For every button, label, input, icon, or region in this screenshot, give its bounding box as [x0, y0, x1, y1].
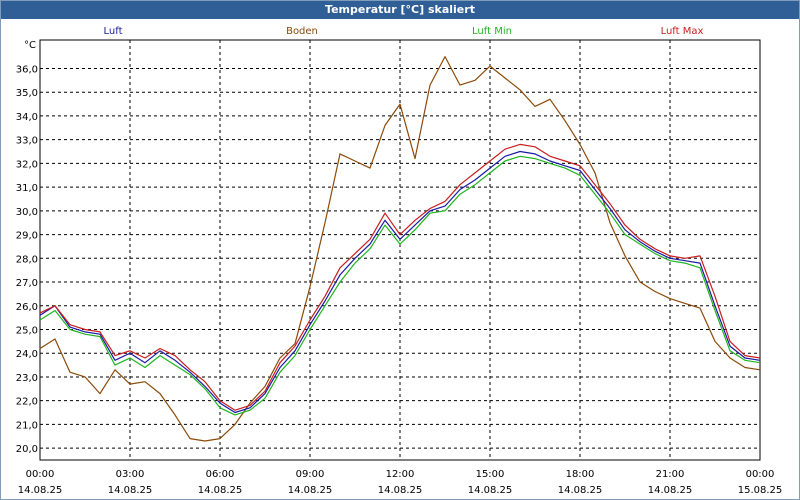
- y-tick-label: 21,0: [16, 420, 38, 431]
- y-tick-label: 29,0: [16, 231, 38, 242]
- y-tick-label: 35,0: [16, 88, 38, 99]
- legend-entry-luft-max: Luft Max: [661, 26, 704, 37]
- y-tick-label: 30,0: [16, 207, 38, 218]
- x-tick-date: 14.08.25: [198, 485, 243, 496]
- x-tick-date: 14.08.25: [288, 485, 333, 496]
- y-axis-ticks: 20,0 21,0 22,0 23,0 24,0 25,0 26,0 27,0 28,0 29,0…: [16, 64, 38, 455]
- x-tick-date: 14.08.25: [378, 485, 423, 496]
- legend-entry-luft: Luft: [104, 26, 123, 37]
- x-tick-date: 15.08.25: [738, 485, 783, 496]
- x-axis-ticks: 00:00 14.08.25 03:00 14.08.25 06:00 14.08.25 0…: [18, 469, 783, 496]
- x-tick-date: 14.08.25: [108, 485, 153, 496]
- x-tick-time: 18:00: [566, 469, 595, 480]
- x-tick-time: 00:00: [26, 469, 55, 480]
- y-tick-label: 27,0: [16, 278, 38, 289]
- x-tick-time: 00:00: [746, 469, 775, 480]
- y-tick-label: 22,0: [16, 397, 38, 408]
- y-tick-label: 28,0: [16, 254, 38, 265]
- legend: Luft Boden Luft Min Luft Max: [104, 26, 704, 37]
- y-tick-label: 20,0: [16, 444, 38, 455]
- x-tick-time: 21:00: [656, 469, 685, 480]
- x-tick-date: 14.08.25: [648, 485, 693, 496]
- legend-entry-boden: Boden: [286, 26, 318, 37]
- y-tick-label: 34,0: [16, 112, 38, 123]
- y-tick-label: 36,0: [16, 64, 38, 75]
- x-tick-date: 14.08.25: [558, 485, 603, 496]
- y-tick-label: 33,0: [16, 136, 38, 147]
- y-axis-label: °C: [24, 40, 36, 51]
- x-tick-date: 14.08.25: [18, 485, 63, 496]
- y-tick-label: 26,0: [16, 302, 38, 313]
- x-tick-time: 09:00: [296, 469, 325, 480]
- x-tick-time: 06:00: [206, 469, 235, 480]
- y-tick-label: 23,0: [16, 373, 38, 384]
- x-tick-time: 03:00: [116, 469, 145, 480]
- x-tick-time: 15:00: [476, 469, 505, 480]
- x-tick-time: 12:00: [386, 469, 415, 480]
- y-tick-label: 24,0: [16, 349, 38, 360]
- x-tick-date: 14.08.25: [468, 485, 513, 496]
- y-tick-label: 25,0: [16, 325, 38, 336]
- temperature-chart: °C 20,021,022,023,024,025,026,027,028,02…: [16, 26, 783, 496]
- legend-entry-luft-min: Luft Min: [472, 26, 512, 37]
- y-tick-label: 31,0: [16, 183, 38, 194]
- y-tick-label: 32,0: [16, 159, 38, 170]
